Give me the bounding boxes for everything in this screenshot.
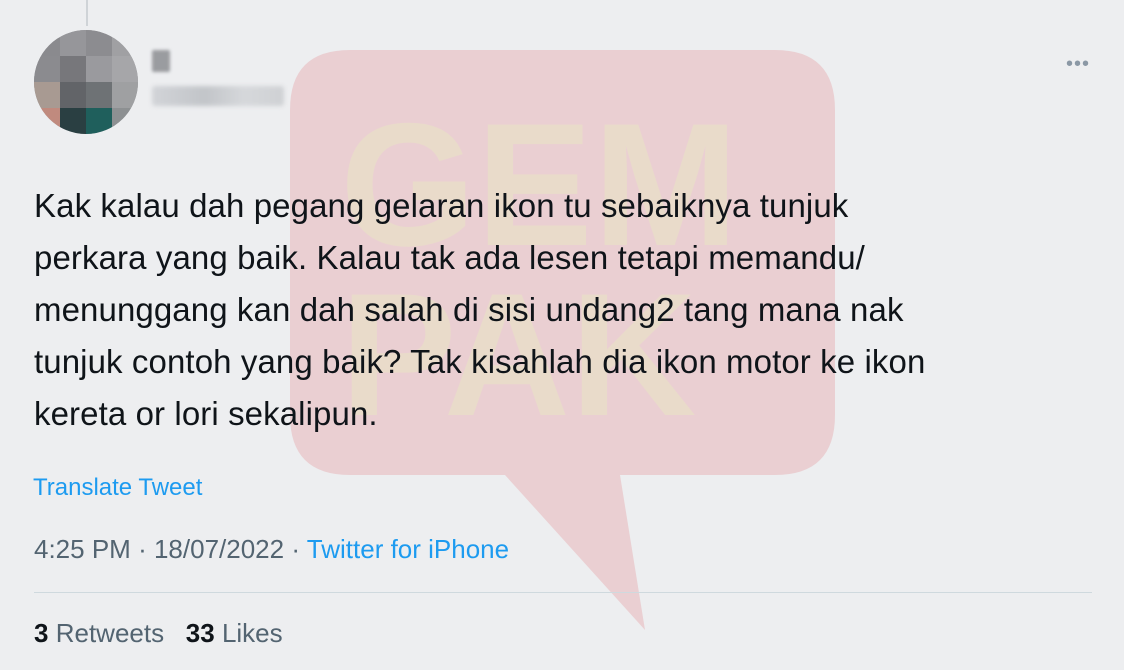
more-options-button[interactable]: ••• (1060, 52, 1096, 76)
likes-label: Likes (221, 618, 283, 648)
tweet-text-line: menunggang kan dah salah di sisi undang2… (34, 291, 904, 328)
user-handle[interactable] (152, 86, 284, 106)
retweets-label: Retweets (55, 618, 165, 648)
retweets-stat[interactable]: 3 Retweets (34, 618, 171, 648)
tweet-text-line: kereta or lori sekalipun. (34, 395, 378, 432)
tweet-text-line: Kak kalau dah pegang gelaran ikon tu seb… (34, 187, 849, 224)
tweet-time[interactable]: 4:25 PM (34, 534, 131, 564)
tweet-text-line: perkara yang baik. Kalau tak ada lesen t… (34, 239, 865, 276)
tweet-metadata: 4:25 PM · 18/07/2022 · Twitter for iPhon… (34, 534, 509, 565)
tweet-source-link[interactable]: Twitter for iPhone (307, 534, 509, 564)
translate-tweet-link[interactable]: Translate Tweet (33, 474, 202, 502)
more-options-icon: ••• (1065, 52, 1090, 75)
tweet-stats: 3 Retweets 33 Likes (34, 618, 283, 649)
avatar[interactable] (34, 30, 138, 134)
meta-separator: · (291, 534, 301, 564)
meta-separator: · (138, 534, 147, 564)
thread-connector-line (86, 0, 88, 26)
retweets-count: 3 (34, 618, 49, 648)
likes-stat[interactable]: 33 Likes (186, 618, 283, 648)
user-display-name[interactable] (152, 50, 170, 72)
tweet-date[interactable]: 18/07/2022 (154, 534, 284, 564)
likes-count: 33 (185, 618, 215, 648)
tweet-text-line: tunjuk contoh yang baik? Tak kisahlah di… (34, 343, 926, 380)
tweet-text: Kak kalau dah pegang gelaran ikon tu seb… (34, 180, 1074, 440)
divider (34, 592, 1092, 593)
tweet-card: GEM PAK ••• Kak kalau dah pegang gelaran… (0, 0, 1124, 670)
